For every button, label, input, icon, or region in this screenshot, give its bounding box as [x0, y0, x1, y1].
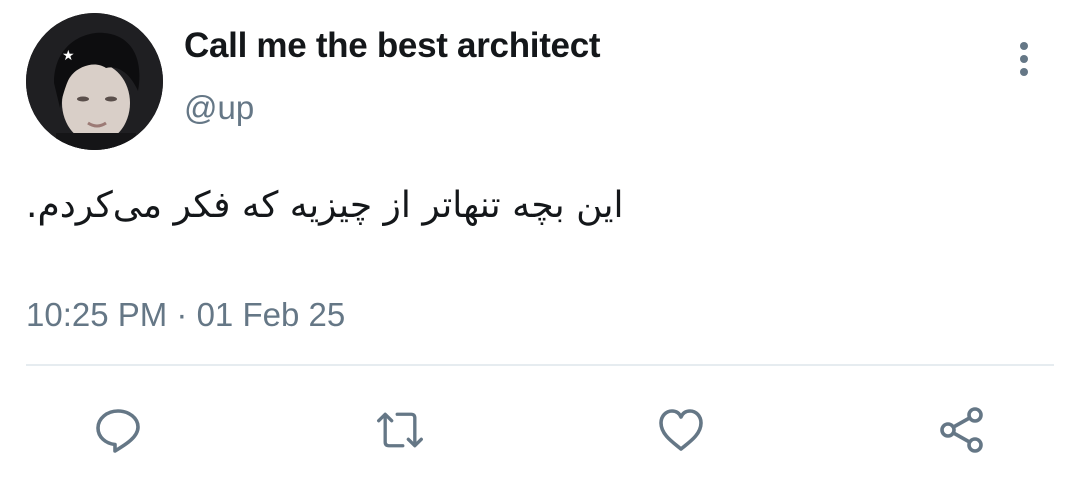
reply-button[interactable]	[91, 403, 145, 457]
svg-text:★: ★	[62, 48, 75, 64]
reply-icon	[96, 409, 140, 453]
display-name[interactable]: Call me the best architect	[184, 26, 601, 66]
retweet-icon	[377, 412, 423, 448]
handle[interactable]: @up	[184, 89, 254, 127]
like-button[interactable]	[654, 403, 708, 457]
divider	[26, 364, 1054, 366]
avatar[interactable]: ★	[26, 13, 163, 150]
more-dot-icon	[1020, 68, 1028, 76]
timestamp[interactable]: 10:25 PM · 01 Feb 25	[26, 296, 345, 334]
tweet-text: این بچه تنهاتر از چیزیه که فکر می‌کردم.	[26, 185, 624, 226]
more-options-button[interactable]	[1009, 40, 1039, 78]
share-icon	[940, 407, 983, 453]
avatar-photo: ★	[26, 13, 163, 150]
more-dot-icon	[1020, 42, 1028, 50]
retweet-button[interactable]	[373, 403, 427, 457]
more-dot-icon	[1020, 55, 1028, 63]
like-icon	[659, 409, 703, 451]
share-button[interactable]	[935, 403, 989, 457]
